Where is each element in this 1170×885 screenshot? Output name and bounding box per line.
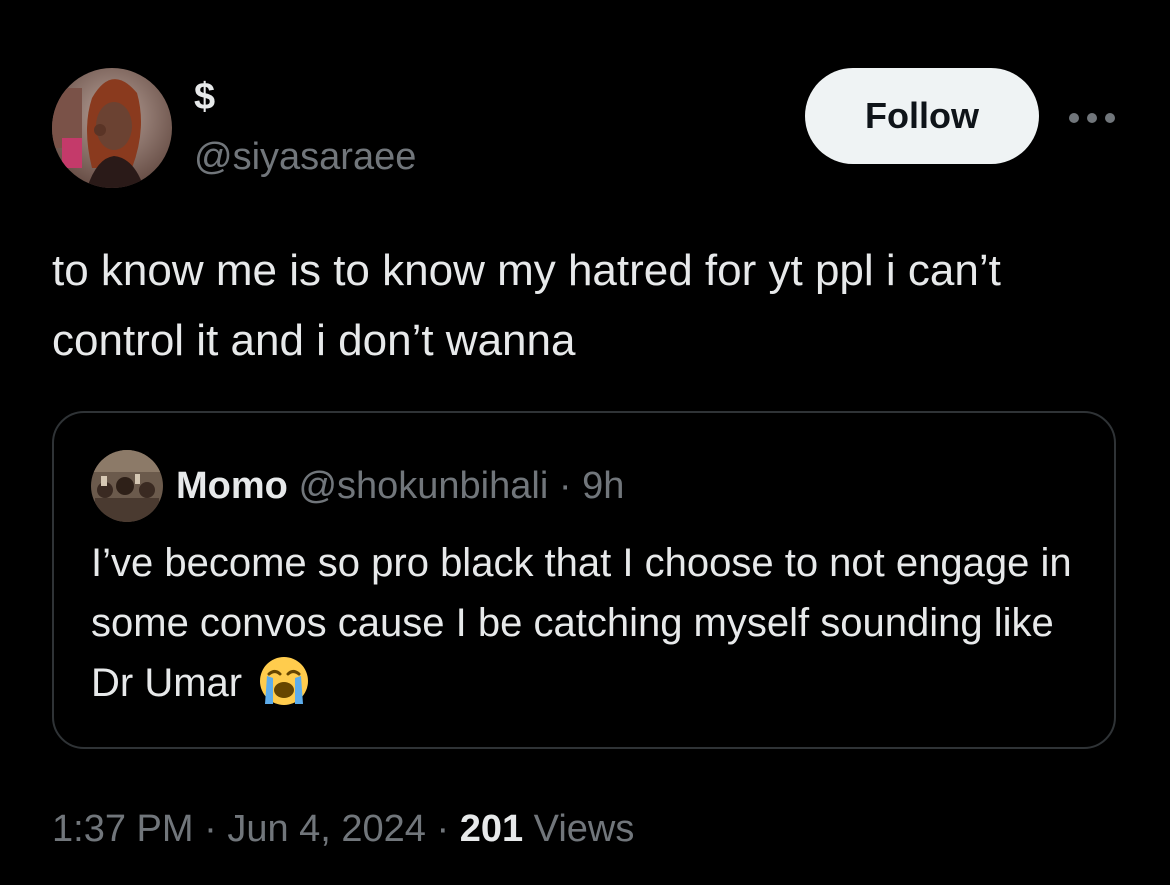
profile-photo	[52, 68, 172, 188]
footer-separator: ·	[204, 808, 217, 850]
ellipsis-icon	[1069, 113, 1115, 123]
quoted-author-handle[interactable]: @shokunbihali	[298, 465, 548, 507]
quoted-author-avatar[interactable]	[91, 450, 163, 522]
footer-separator: ·	[436, 808, 450, 850]
more-options-button[interactable]	[1062, 98, 1122, 138]
tweet-footer: 1:37 PM · Jun 4, 2024 · 201 Views	[52, 806, 634, 852]
views-label[interactable]: Views	[534, 808, 635, 850]
views-count[interactable]: 201	[460, 808, 523, 850]
author-handle[interactable]: @siyasaraee	[194, 134, 416, 180]
quoted-author-display-name[interactable]: Momo	[176, 465, 288, 507]
quoted-profile-photo	[91, 450, 163, 522]
tweet-date[interactable]: Jun 4, 2024	[227, 808, 426, 850]
quoted-tweet-meta: Momo @shokunbihali · 9h	[176, 463, 624, 509]
quoted-tweet[interactable]: Momo @shokunbihali · 9h I’ve become so p…	[52, 411, 1116, 749]
loudly-crying-face-emoji	[260, 657, 309, 705]
author-display-name[interactable]: $	[194, 74, 215, 120]
quoted-tweet-text: I’ve become so pro black that I choose t…	[91, 533, 1081, 713]
tweet-time[interactable]: 1:37 PM	[52, 808, 194, 850]
tweet-text: to know me is to know my hatred for yt p…	[52, 246, 1001, 365]
quoted-tweet-time[interactable]: 9h	[582, 465, 624, 507]
tweet-header: $ @siyasaraee Follow	[52, 68, 1122, 188]
tweet: $ @siyasaraee Follow to know me is to kn…	[0, 0, 1170, 885]
author-avatar[interactable]	[52, 68, 172, 188]
meta-separator: ·	[558, 465, 572, 507]
quoted-tweet-body: I’ve become so pro black that I choose t…	[91, 541, 1072, 705]
follow-button[interactable]: Follow	[805, 68, 1039, 164]
